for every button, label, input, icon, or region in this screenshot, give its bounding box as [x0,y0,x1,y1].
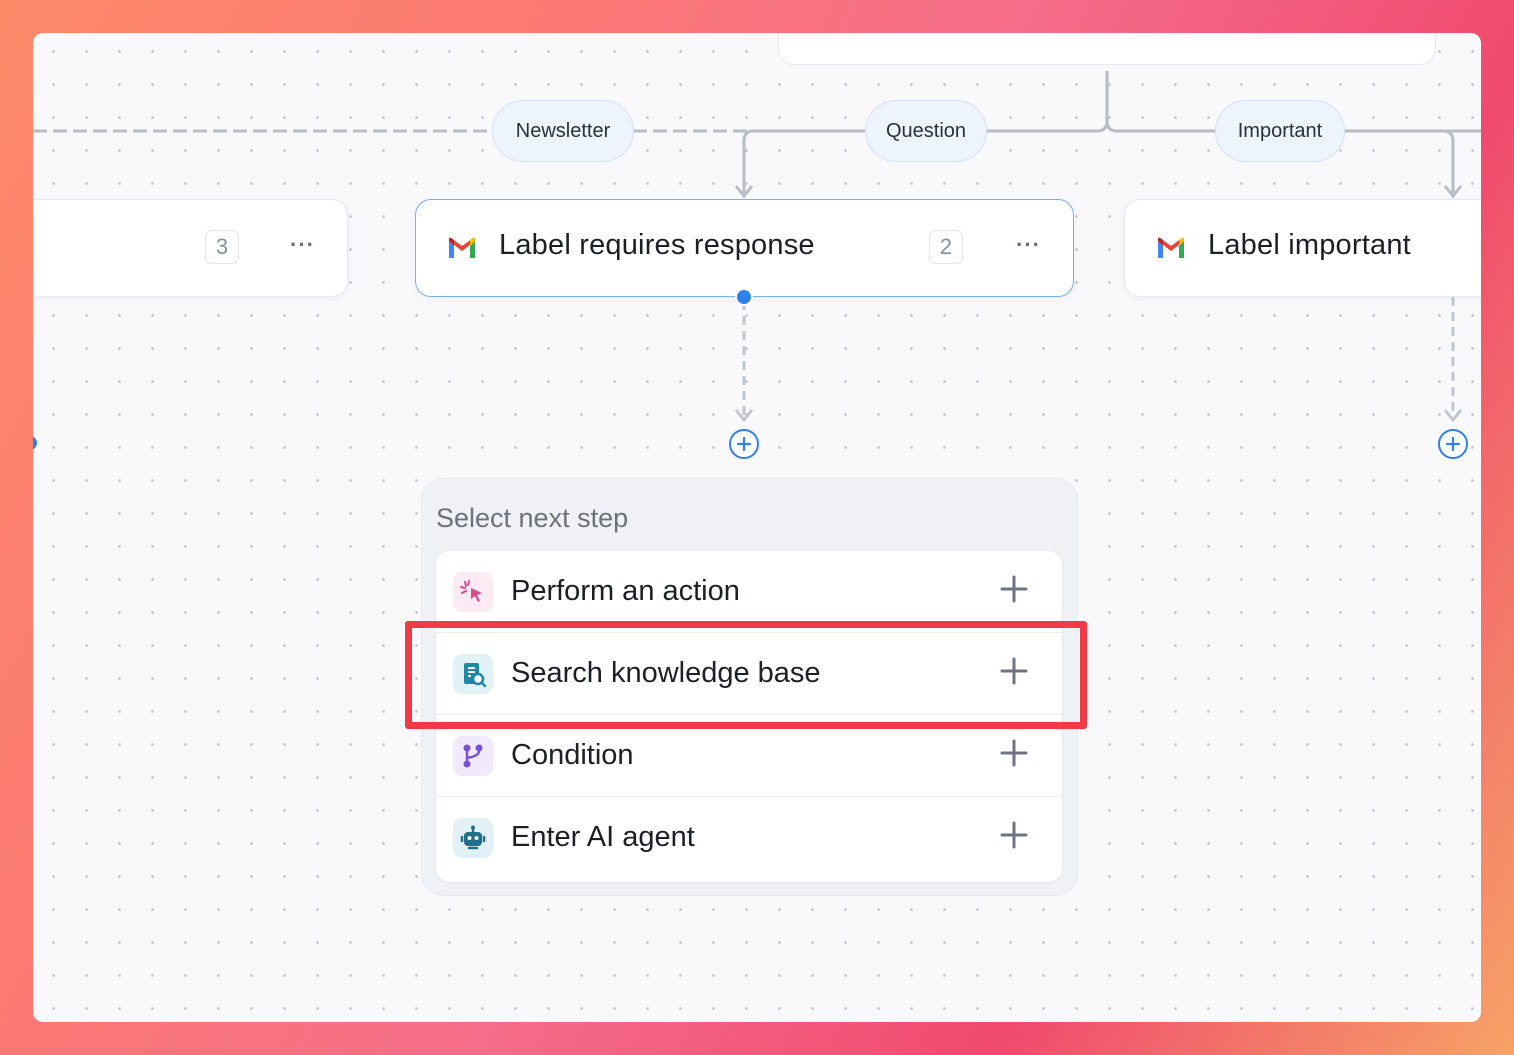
workflow-canvas[interactable]: Newsletter Question Important 3 ··· Labe… [33,33,1481,1022]
route-label-newsletter[interactable]: Newsletter [492,100,634,162]
branch-icon [453,736,493,776]
sparkle-cursor-icon [453,572,493,612]
node-title: Label important [1208,229,1411,261]
plus-icon [736,436,752,452]
step-option-label: Perform an action [511,575,740,607]
plus-icon[interactable] [1000,739,1028,767]
add-step-button-right[interactable] [1438,429,1468,459]
parent-node-card[interactable] [778,33,1436,65]
highlight-box [405,621,1087,729]
step-option-label: Enter AI agent [511,821,695,853]
label-important-node[interactable]: Label important [1124,199,1481,297]
connection-handle[interactable] [735,288,753,306]
plus-icon [1445,436,1461,452]
more-options-button[interactable]: ··· [1016,232,1041,258]
add-step-button-center[interactable] [729,429,759,459]
panel-title: Select next step [436,503,629,533]
step-option-enter-ai-agent[interactable]: Enter AI agent [436,797,1062,879]
left-node-card[interactable]: 3 ··· [33,199,348,297]
route-label-question[interactable]: Question [865,100,987,162]
step-count-badge: 2 [929,230,963,264]
gmail-icon [1158,237,1184,258]
label-requires-response-node[interactable]: Label requires response 2 ··· [415,199,1074,297]
plus-icon[interactable] [1000,821,1028,849]
gmail-icon [449,237,475,258]
node-title: Label requires response [499,229,815,261]
robot-icon [453,818,493,858]
step-count-badge: 3 [205,230,239,264]
step-option-label: Condition [511,739,634,771]
route-label-important[interactable]: Important [1215,100,1345,162]
plus-icon[interactable] [1000,575,1028,603]
more-options-button[interactable]: ··· [290,232,315,258]
